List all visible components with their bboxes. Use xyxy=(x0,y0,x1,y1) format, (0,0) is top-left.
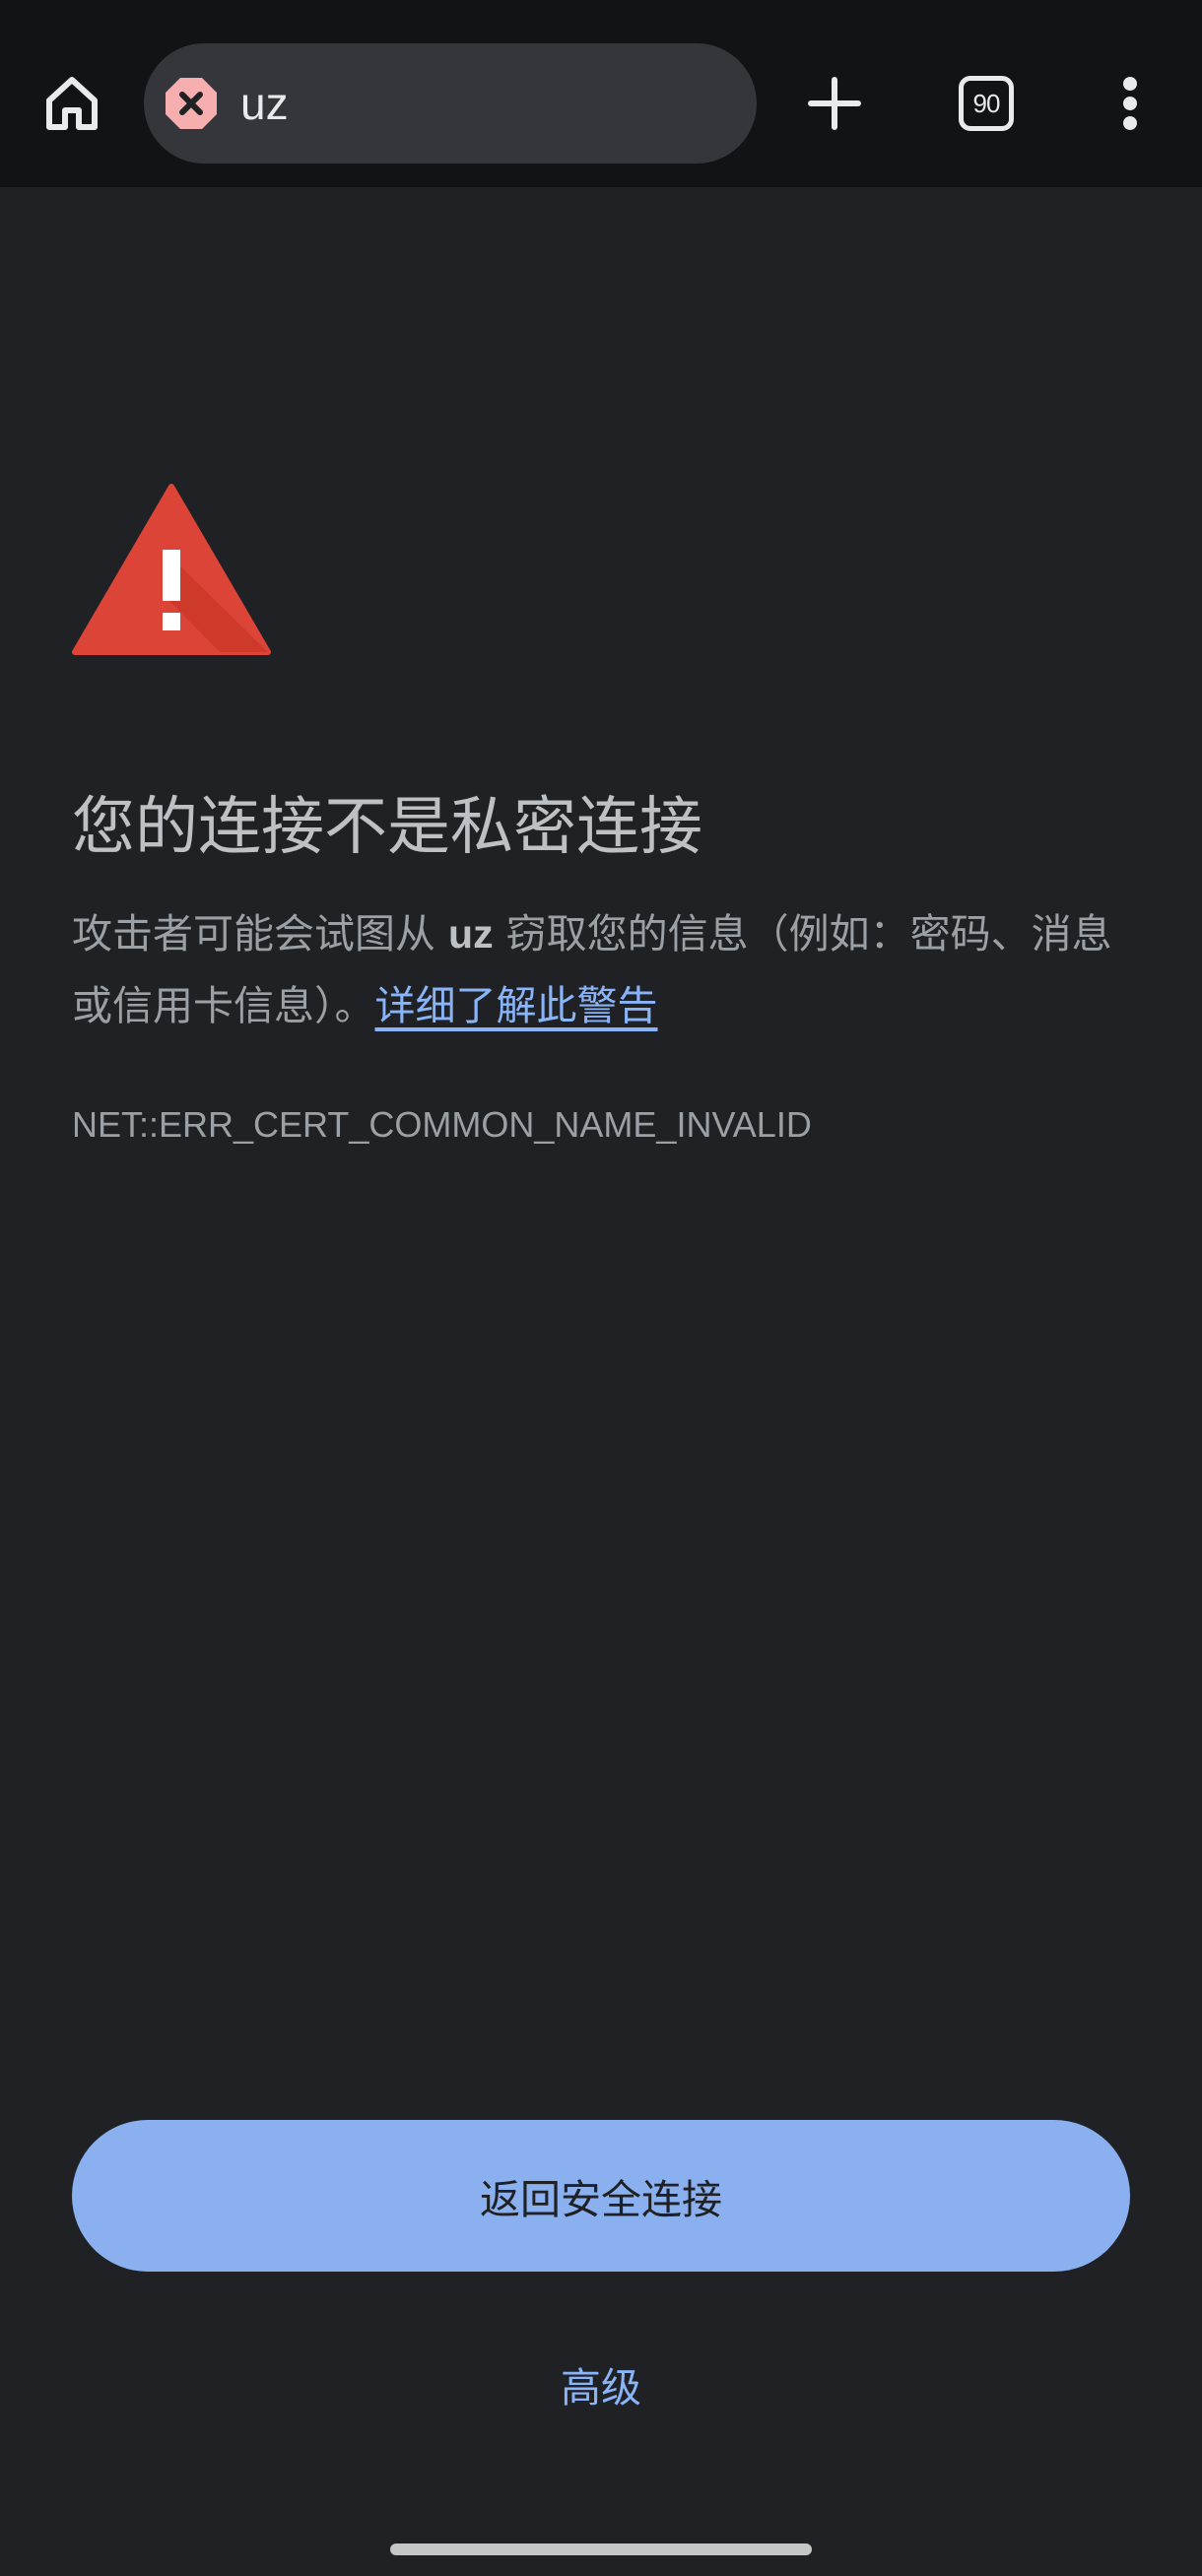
home-button[interactable] xyxy=(28,59,116,148)
more-vert-icon xyxy=(1123,77,1137,130)
gesture-navigation-bar[interactable] xyxy=(390,2543,812,2555)
description-text-1: 攻击者可能会试图从 xyxy=(72,910,435,958)
tab-count: 90 xyxy=(959,76,1014,131)
warning-triangle-icon xyxy=(72,484,271,655)
back-to-safety-button[interactable]: 返回安全连接 xyxy=(72,2120,1130,2272)
warning-description: 攻击者可能会试图从 uz 窃取您的信息（例如：密码、消息或信用卡信息）。详细了解… xyxy=(72,898,1130,1042)
tab-switcher-button[interactable]: 90 xyxy=(942,59,1031,148)
new-tab-button[interactable] xyxy=(790,59,879,148)
address-bar[interactable]: uz xyxy=(144,43,757,164)
more-menu-button[interactable] xyxy=(1086,59,1174,148)
not-secure-icon xyxy=(166,78,217,129)
learn-more-link[interactable]: 详细了解此警告 xyxy=(375,982,658,1029)
error-code: NET::ERR_CERT_COMMON_NAME_INVALID xyxy=(72,1104,812,1145)
plus-icon xyxy=(808,77,861,130)
site-info-button[interactable] xyxy=(164,76,219,131)
host-name: uz xyxy=(448,911,494,957)
url-text[interactable]: uz xyxy=(240,43,289,164)
home-icon xyxy=(46,77,98,130)
advanced-button[interactable]: 高级 xyxy=(502,2345,700,2423)
browser-toolbar: uz 90 xyxy=(0,0,1202,187)
page-title: 您的连接不是私密连接 xyxy=(72,791,702,864)
